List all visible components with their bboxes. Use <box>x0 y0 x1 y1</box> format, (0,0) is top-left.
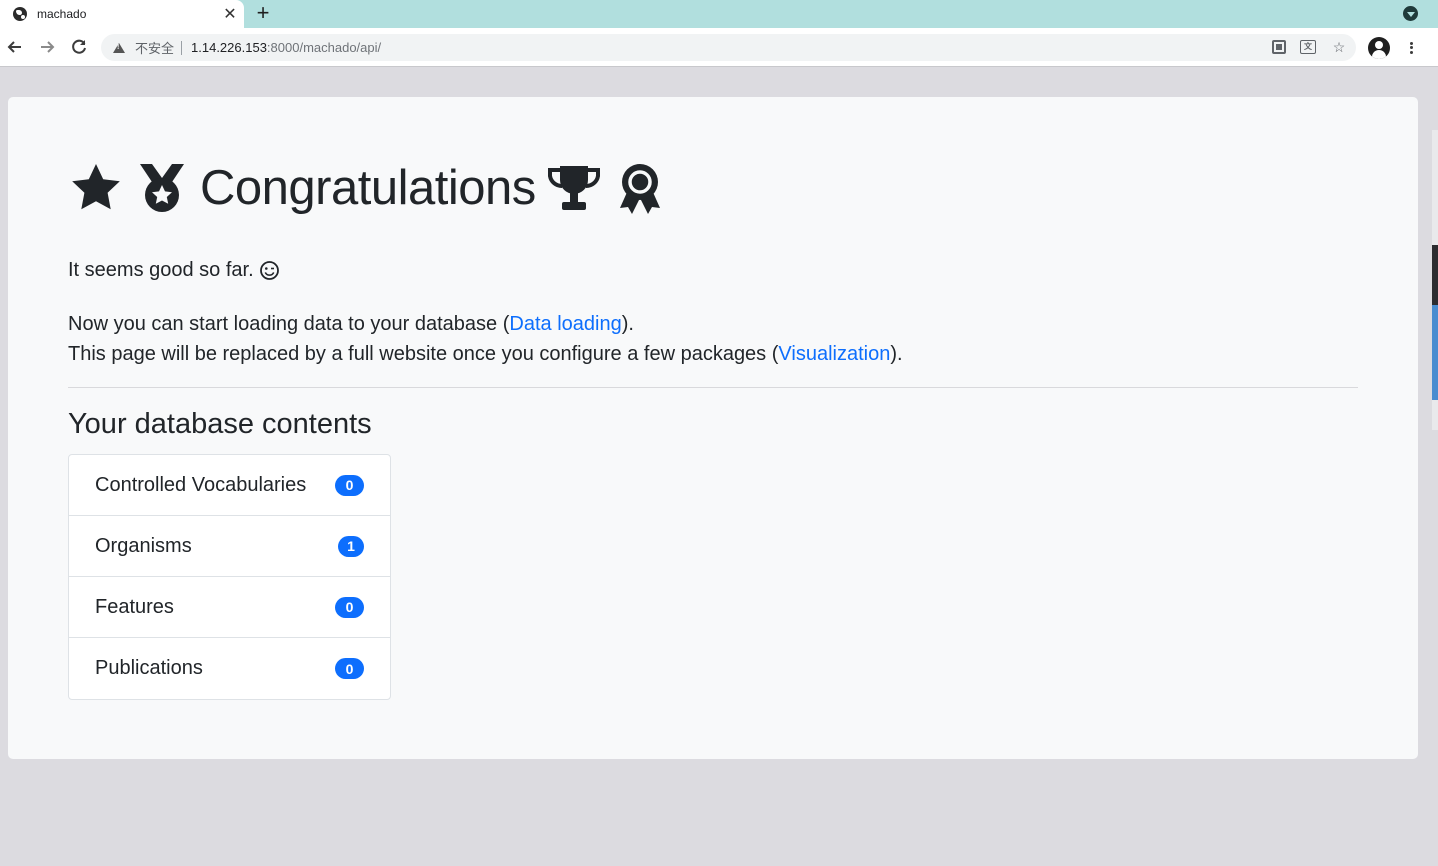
database-contents-list: Controlled Vocabularies 0 Organisms 1 Fe… <box>68 454 391 700</box>
list-item-publications: Publications 0 <box>69 638 390 699</box>
divider <box>68 387 1358 388</box>
warning-icon[interactable] <box>113 42 125 53</box>
lead-message: It seems good so far. <box>68 259 254 281</box>
smile-wink-icon <box>259 260 280 281</box>
translate-icon[interactable]: 文 <box>1300 40 1316 54</box>
bookmark-star-icon[interactable]: ☆ <box>1330 38 1348 56</box>
intro-paragraph: Now you can start loading data to your d… <box>68 309 903 369</box>
globe-icon <box>13 7 27 21</box>
omnibox-actions: 文 ☆ <box>1272 38 1348 56</box>
background-window-edge-blue <box>1432 305 1438 400</box>
browser-menu-icon[interactable] <box>1402 38 1420 58</box>
list-item-label: Publications <box>95 657 203 679</box>
address-bar[interactable]: 不安全 1.14.226.153:8000/machado/api/ 文 ☆ <box>101 34 1356 61</box>
list-item-label: Organisms <box>95 534 192 557</box>
forward-button[interactable] <box>36 36 58 58</box>
back-button[interactable] <box>4 36 26 58</box>
star-icon <box>68 160 124 216</box>
profile-avatar-icon[interactable] <box>1368 37 1390 59</box>
url-text[interactable]: 1.14.226.153:8000/machado/api/ <box>191 40 381 55</box>
intro-line-2: This page will be replaced by a full web… <box>68 343 903 365</box>
arrow-right-icon <box>41 41 55 53</box>
count-badge: 0 <box>335 658 364 679</box>
data-loading-link[interactable]: Data loading <box>509 313 621 335</box>
close-tab-button[interactable]: ✕ <box>216 0 244 28</box>
award-ribbon-icon <box>612 160 668 216</box>
medal-icon <box>134 160 190 216</box>
count-badge: 1 <box>338 535 364 557</box>
list-item-label: Features <box>95 595 174 618</box>
list-item-label: Controlled Vocabularies <box>95 473 307 496</box>
omnibox-separator <box>181 40 183 55</box>
qr-code-icon[interactable] <box>1272 40 1286 54</box>
list-item-organisms: Organisms 1 <box>69 516 390 577</box>
tab-title: machado <box>37 7 87 21</box>
arrow-left-icon <box>7 41 21 53</box>
list-item-controlled-vocabularies: Controlled Vocabularies 0 <box>69 455 390 516</box>
tab-search-button[interactable] <box>1403 6 1418 21</box>
new-tab-button[interactable]: + <box>252 0 274 26</box>
browser-tab[interactable]: machado ✕ <box>0 0 244 28</box>
trophy-icon <box>546 160 602 216</box>
count-badge: 0 <box>335 596 364 618</box>
count-badge: 0 <box>335 474 364 496</box>
tab-strip: machado ✕ + <box>0 0 1438 28</box>
lead-text: It seems good so far. <box>68 259 280 282</box>
page-heading: Congratulations <box>68 156 678 220</box>
reload-button[interactable] <box>68 36 90 58</box>
list-item-features: Features 0 <box>69 577 390 638</box>
reload-icon <box>72 39 86 54</box>
page-title: Congratulations <box>200 161 536 215</box>
visualization-link[interactable]: Visualization <box>778 343 890 365</box>
intro-line-1: Now you can start loading data to your d… <box>68 313 634 335</box>
section-title: Your database contents <box>68 408 372 440</box>
browser-toolbar: 不安全 1.14.226.153:8000/machado/api/ 文 ☆ <box>0 28 1438 67</box>
security-label[interactable]: 不安全 <box>135 38 174 57</box>
